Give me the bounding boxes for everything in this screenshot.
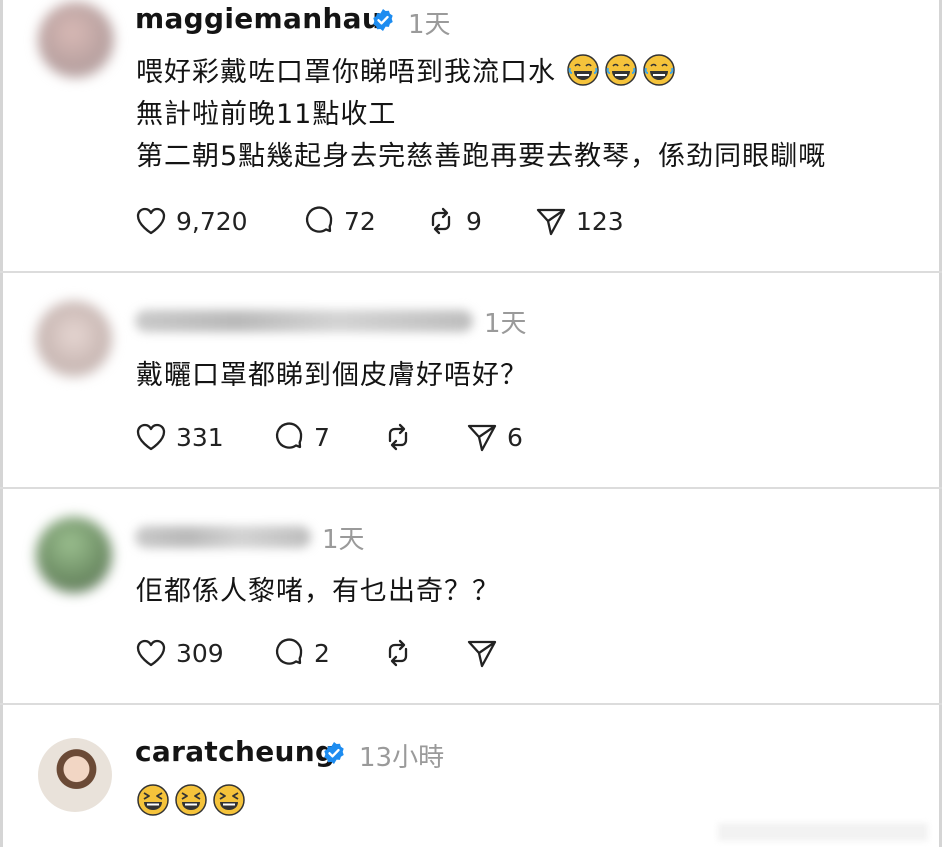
share-button[interactable]: 6 [465,417,523,457]
post-text: 佢都係人黎啫，有乜出奇？？ [136,576,500,607]
post-text-line: 喂好彩戴咗口罩你睇唔到我流口水 [136,50,680,89]
avatar[interactable] [36,301,112,377]
like-button[interactable]: 9,720 [134,201,248,241]
like-count: 309 [176,638,224,668]
send-icon [467,424,497,452]
like-button[interactable]: 309 [134,633,224,673]
like-count: 331 [176,422,224,452]
comment-button[interactable]: 72 [302,201,376,241]
comment-button[interactable]: 7 [272,417,330,457]
like-count: 9,720 [176,206,248,236]
repost-icon [388,639,408,667]
watermark-blurred [718,823,928,841]
heart-icon [136,423,166,451]
verified-badge-icon [373,9,393,31]
username-blurred[interactable] [135,526,311,548]
share-count: 123 [576,206,624,236]
comment-count: 72 [344,206,376,236]
action-bar: 309 2 [134,633,554,673]
timestamp: 1天 [408,10,451,40]
post-comment: 1天 戴曬口罩都睇到個皮膚好唔好？ 331 7 6 [0,273,942,487]
username[interactable]: maggiemanhau [135,2,382,35]
grinning-squint-emoji [175,784,207,816]
avatar[interactable] [38,738,112,812]
laughing-tears-emoji [642,54,675,86]
send-icon [467,640,497,668]
post-text: 喂好彩戴咗口罩你睇唔到我流口水 [136,57,556,88]
timestamp: 13小時 [359,743,445,773]
repost-button[interactable] [381,417,415,457]
username[interactable]: caratcheung [135,735,335,768]
like-button[interactable]: 331 [134,417,224,457]
timestamp: 1天 [484,309,527,339]
repost-button[interactable]: 9 [424,201,482,241]
post-text: 戴曬口罩都睇到個皮膚好唔好？ [136,360,528,391]
share-count: 6 [507,422,523,452]
comment-count: 2 [314,638,330,668]
action-bar: 331 7 6 [134,417,554,457]
share-button[interactable]: 123 [534,201,624,241]
repost-count: 9 [466,206,482,236]
post-comment: 1天 佢都係人黎啫，有乜出奇？？ 309 2 [0,489,942,703]
username-blurred[interactable] [135,310,473,332]
repost-icon [388,423,408,451]
avatar[interactable] [38,2,114,78]
repost-icon [431,207,451,235]
post-text: 第二朝5點幾起身去完慈善跑再要去教琴，係劲同眼瞓嘅 [136,141,827,172]
share-button[interactable] [465,633,499,673]
comment-bubble-icon [305,206,333,233]
laughing-tears-emoji [566,54,599,86]
comment-count: 7 [314,422,330,452]
post-emoji-line [136,783,250,818]
avatar[interactable] [36,517,112,593]
comment-bubble-icon [275,422,303,449]
post-maggiemanhau: maggiemanhau 1天 喂好彩戴咗口罩你睇唔到我流口水 無計啦前晚11點… [0,0,942,270]
action-bar: 9,720 72 9 123 [134,201,654,241]
comment-bubble-icon [275,638,303,665]
timestamp: 1天 [322,525,365,555]
grinning-squint-emoji [137,784,169,816]
verified-badge-icon [324,742,344,764]
grinning-squint-emoji [213,784,245,816]
post-text: 無計啦前晚11點收工 [136,99,397,130]
heart-icon [136,207,166,235]
send-icon [536,208,566,236]
repost-button[interactable] [381,633,415,673]
heart-icon [136,639,166,667]
laughing-tears-emoji [604,54,637,86]
comment-button[interactable]: 2 [272,633,330,673]
